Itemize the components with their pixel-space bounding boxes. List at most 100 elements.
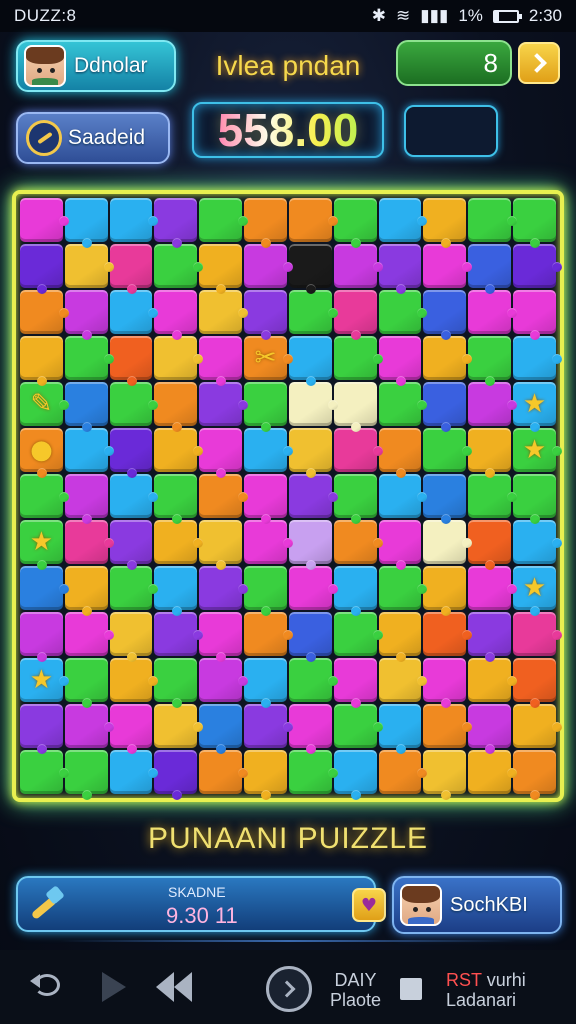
puzzle-piece[interactable]: [244, 658, 287, 708]
puzzle-piece[interactable]: [513, 244, 562, 288]
hint-button[interactable]: ♥: [352, 888, 386, 922]
puzzle-piece[interactable]: [244, 244, 293, 288]
puzzle-piece[interactable]: [333, 382, 377, 432]
puzzle-piece[interactable]: [64, 244, 114, 288]
puzzle-piece[interactable]: [333, 244, 383, 288]
daily-puzzle-link[interactable]: DAIY Plaote: [330, 970, 381, 1010]
puzzle-piece[interactable]: [378, 428, 422, 478]
puzzle-piece[interactable]: [423, 428, 473, 472]
puzzle-piece[interactable]: [333, 428, 383, 472]
puzzle-piece[interactable]: [468, 336, 512, 386]
puzzle-piece[interactable]: [199, 198, 248, 242]
puzzle-piece[interactable]: [154, 336, 204, 380]
puzzle-piece[interactable]: [109, 658, 159, 702]
puzzle-piece[interactable]: [64, 566, 108, 616]
puzzle-piece[interactable]: ●: [20, 428, 63, 478]
puzzle-piece[interactable]: [199, 566, 248, 610]
puzzle-piece[interactable]: [64, 290, 108, 340]
puzzle-piece[interactable]: [513, 474, 556, 524]
puzzle-piece[interactable]: [468, 566, 517, 610]
puzzle-piece[interactable]: [199, 336, 243, 386]
puzzle-piece[interactable]: [64, 704, 114, 748]
puzzle-piece[interactable]: [109, 750, 159, 794]
puzzle-piece[interactable]: [423, 658, 467, 708]
puzzle-piece[interactable]: [333, 290, 377, 340]
puzzle-piece[interactable]: [199, 382, 248, 426]
puzzle-piece[interactable]: [378, 474, 428, 518]
next-button[interactable]: [518, 42, 560, 84]
progress-panel[interactable]: SKADNE 9.30 11 ♥: [16, 876, 386, 932]
play-icon[interactable]: [102, 972, 126, 1002]
puzzle-piece[interactable]: [423, 290, 467, 340]
puzzle-piece[interactable]: [423, 750, 467, 800]
puzzle-piece[interactable]: [378, 566, 428, 610]
puzzle-piece[interactable]: [333, 474, 377, 524]
puzzle-piece[interactable]: [468, 520, 512, 570]
puzzle-piece[interactable]: [468, 198, 517, 242]
puzzle-piece[interactable]: [378, 290, 428, 334]
puzzle-piece[interactable]: [288, 566, 338, 610]
puzzle-piece[interactable]: ★: [513, 382, 556, 432]
puzzle-piece[interactable]: [468, 290, 517, 334]
puzzle-piece[interactable]: [513, 658, 556, 708]
puzzle-piece[interactable]: [333, 750, 377, 800]
puzzle-piece[interactable]: [244, 428, 293, 472]
puzzle-piece[interactable]: [513, 290, 556, 340]
puzzle-piece[interactable]: ✎: [20, 382, 69, 426]
puzzle-piece[interactable]: [199, 290, 248, 334]
puzzle-piece[interactable]: [288, 520, 332, 570]
bonus-slot[interactable]: [404, 105, 498, 157]
home-button[interactable]: [266, 966, 312, 1012]
puzzle-piece[interactable]: [423, 566, 467, 616]
puzzle-piece[interactable]: [199, 474, 248, 518]
puzzle-piece[interactable]: [423, 336, 473, 380]
puzzle-piece[interactable]: [378, 382, 428, 426]
back-button[interactable]: [28, 972, 62, 998]
settings-button[interactable]: Saadeid: [16, 112, 170, 164]
puzzle-piece[interactable]: [109, 566, 159, 610]
puzzle-piece[interactable]: [513, 520, 562, 564]
puzzle-piece[interactable]: [288, 382, 338, 426]
puzzle-piece[interactable]: [109, 198, 159, 242]
puzzle-piece[interactable]: [244, 704, 293, 748]
stop-button[interactable]: [400, 978, 422, 1000]
puzzle-piece[interactable]: [288, 704, 332, 754]
puzzle-piece[interactable]: [468, 704, 512, 754]
puzzle-piece[interactable]: [288, 244, 332, 294]
puzzle-piece[interactable]: [109, 336, 153, 386]
puzzle-piece[interactable]: [154, 612, 204, 656]
puzzle-piece[interactable]: [244, 474, 287, 524]
player-profile-button[interactable]: Ddnolar: [16, 40, 176, 92]
puzzle-piece[interactable]: [288, 336, 332, 386]
puzzle-piece[interactable]: [244, 612, 293, 656]
reset-link[interactable]: RST vurhi Ladanari: [446, 970, 526, 1010]
puzzle-piece[interactable]: [378, 244, 422, 294]
puzzle-piece[interactable]: [109, 474, 159, 518]
puzzle-piece[interactable]: [378, 336, 422, 386]
puzzle-piece[interactable]: [199, 244, 243, 294]
puzzle-piece[interactable]: [64, 520, 114, 564]
puzzle-piece[interactable]: [154, 658, 198, 708]
puzzle-piece[interactable]: [513, 750, 556, 800]
puzzle-piece[interactable]: [64, 428, 114, 472]
puzzle-piece[interactable]: [199, 750, 248, 794]
puzzle-piece[interactable]: [109, 704, 153, 754]
puzzle-piece[interactable]: [288, 750, 338, 794]
puzzle-piece[interactable]: [20, 336, 63, 386]
puzzle-piece[interactable]: [333, 658, 377, 708]
puzzle-piece[interactable]: ✂: [244, 336, 293, 380]
puzzle-piece[interactable]: [154, 520, 204, 564]
puzzle-piece[interactable]: [333, 198, 377, 248]
puzzle-piece[interactable]: [288, 612, 332, 662]
puzzle-piece[interactable]: [64, 198, 108, 248]
puzzle-piece[interactable]: [109, 520, 153, 570]
puzzle-piece[interactable]: [468, 474, 517, 518]
puzzle-piece[interactable]: [20, 244, 63, 294]
puzzle-piece[interactable]: [154, 198, 198, 248]
puzzle-piece[interactable]: [288, 198, 338, 242]
puzzle-piece[interactable]: [20, 198, 69, 242]
puzzle-piece[interactable]: [64, 382, 108, 432]
puzzle-piece[interactable]: [423, 198, 467, 248]
puzzle-piece[interactable]: [154, 566, 198, 616]
puzzle-piece[interactable]: [423, 520, 473, 564]
